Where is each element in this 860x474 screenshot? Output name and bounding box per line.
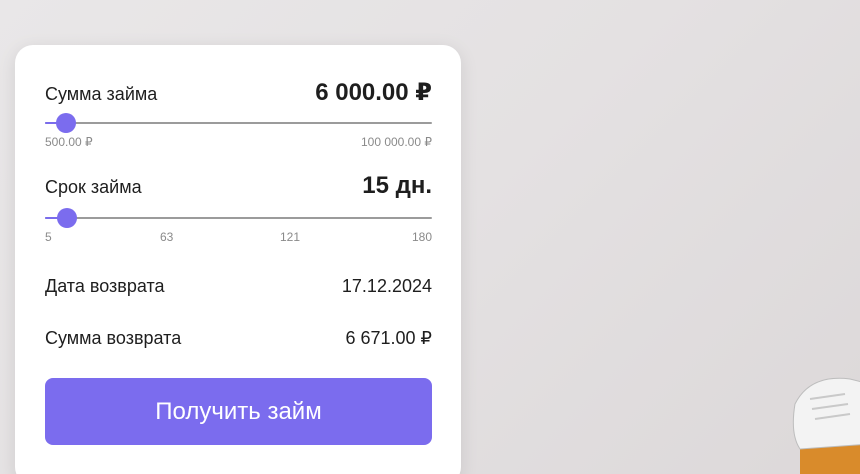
loan-calculator-card: Сумма займа 6 000.00 ₽ 500.00 ₽ 100 000.…: [15, 45, 461, 474]
term-tick: 180: [411, 230, 432, 244]
term-slider-track[interactable]: [45, 217, 432, 219]
amount-value: 6 000.00 ₽: [315, 79, 432, 106]
return-date-value: 17.12.2024: [341, 276, 432, 296]
term-row: Срок займа 15 дн.: [45, 172, 432, 200]
amount-slider[interactable]: [45, 112, 432, 134]
amount-max-label: 100 000.00 ₽: [360, 135, 432, 149]
term-value: 15 дн.: [362, 172, 432, 199]
return-sum-label: Сумма возврата: [45, 328, 182, 348]
amount-row: Сумма займа 6 000.00 ₽: [45, 78, 432, 107]
background-sneaker-image: [792, 377, 860, 474]
amount-label: Сумма займа: [45, 84, 158, 104]
term-range-labels: 5 63 121 180: [45, 230, 432, 244]
term-tick: 121: [280, 230, 301, 244]
amount-slider-track[interactable]: [45, 122, 432, 124]
term-label: Срок займа: [45, 177, 142, 197]
return-date-label: Дата возврата: [45, 276, 165, 296]
return-date-row: Дата возврата 17.12.2024: [45, 276, 432, 297]
term-tick: 5: [45, 230, 52, 244]
term-slider-thumb[interactable]: [57, 208, 78, 228]
return-sum-row: Сумма возврата 6 671.00 ₽: [45, 328, 432, 349]
return-sum-value: 6 671.00 ₽: [345, 328, 432, 348]
amount-min-label: 500.00 ₽: [45, 135, 93, 149]
amount-slider-thumb[interactable]: [56, 113, 77, 133]
term-slider[interactable]: [45, 207, 432, 229]
amount-range-labels: 500.00 ₽ 100 000.00 ₽: [45, 135, 432, 149]
get-loan-button[interactable]: Получить займ: [45, 378, 432, 445]
term-tick: 63: [160, 230, 174, 244]
